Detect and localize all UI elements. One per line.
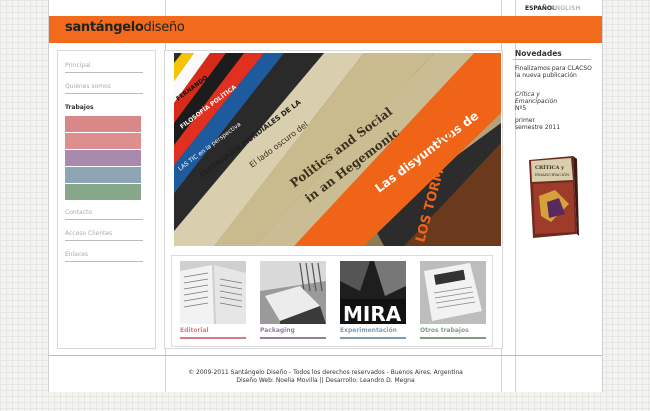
thumb-underline [260, 337, 326, 339]
thumb-label-editorial[interactable]: Editorial [180, 327, 209, 334]
books-illustration: Politics and Social in an Hegemonic Las … [174, 53, 501, 246]
svg-text:EMANCIPACIÓN: EMANCIPACIÓN [535, 172, 570, 177]
hero-image-books: Politics and Social in an Hegemonic Las … [174, 53, 501, 246]
category-swatch-1[interactable] [65, 116, 141, 132]
news-italic-2: Emancipación [515, 98, 558, 105]
thumb-label-experimentacion[interactable]: Experimentación [340, 327, 397, 334]
thumb-editorial[interactable]: Editorial [180, 261, 246, 343]
page-container: ESPAÑOL ENGLISH santángelodiseño Princip… [48, 0, 603, 392]
main-content: Politics and Social in an Hegemonic Las … [164, 50, 503, 349]
experimentacion-thumbnail: MIRA [340, 261, 406, 324]
thumb-experimentacion[interactable]: MIRA Experimentación [340, 261, 406, 343]
category-swatch-5[interactable] [65, 184, 141, 200]
svg-text:MIRA: MIRA [343, 302, 402, 324]
nav-enlaces[interactable]: Enlaces [65, 251, 143, 262]
logo-light: diseño [143, 20, 185, 35]
nav-trabajos[interactable]: Trabajos [65, 104, 143, 114]
logo-bold: santángelo [65, 20, 144, 35]
category-swatch-2[interactable] [65, 133, 141, 149]
thumb-underline [420, 337, 486, 339]
thumb-label-packaging[interactable]: Packaging [260, 327, 295, 334]
nav-acceso-clientes[interactable]: Acceso Clientes [65, 230, 143, 241]
nav-contacto[interactable]: Contacto [65, 209, 143, 220]
thumb-otros-trabajos[interactable]: Otros trabajos [420, 261, 486, 343]
work-categories: Editorial Packaging MIRA Experimentación… [171, 255, 493, 347]
news-title: Novedades [515, 49, 562, 58]
thumb-label-otros[interactable]: Otros trabajos [420, 327, 469, 334]
lang-en-link[interactable]: ENGLISH [551, 5, 580, 12]
sidebar: Principal Quiénes somos Trabajos Contact… [57, 50, 156, 349]
packaging-thumbnail [260, 261, 326, 324]
news-date: primer semestre 2011 [515, 117, 561, 131]
thumb-packaging[interactable]: Packaging [260, 261, 326, 343]
nav-principal[interactable]: Principal [65, 62, 143, 73]
footer-copyright: © 2009-2011 Santángelo Diseño - Todos lo… [188, 369, 463, 376]
news-divider [513, 59, 591, 60]
editorial-thumbnail [180, 261, 246, 324]
otros-thumbnail [420, 261, 486, 324]
svg-text:CRÍTICA y: CRÍTICA y [535, 164, 565, 171]
news-issue: Nº5 [515, 105, 527, 112]
language-switcher: ESPAÑOL ENGLISH [516, 0, 602, 14]
thumb-underline [340, 337, 406, 339]
logo[interactable]: santángelodiseño [65, 20, 185, 35]
news-text: Finalizamos para CLACSO la nueva publica… [515, 65, 592, 79]
book-cover-image[interactable]: CRÍTICA y EMANCIPACIÓN [529, 156, 579, 238]
nav-quienes-somos[interactable]: Quiénes somos [65, 83, 143, 94]
news-italic-1: Crítica y [515, 91, 540, 98]
header-bar: santángelodiseño [49, 16, 602, 43]
footer: © 2009-2011 Santángelo Diseño - Todos lo… [49, 355, 602, 393]
category-swatch-4[interactable] [65, 167, 141, 183]
category-swatch-3[interactable] [65, 150, 141, 166]
footer-credits: Diseño Web: Noelia Movilla || Desarrollo… [236, 377, 415, 384]
thumb-underline [180, 337, 246, 339]
